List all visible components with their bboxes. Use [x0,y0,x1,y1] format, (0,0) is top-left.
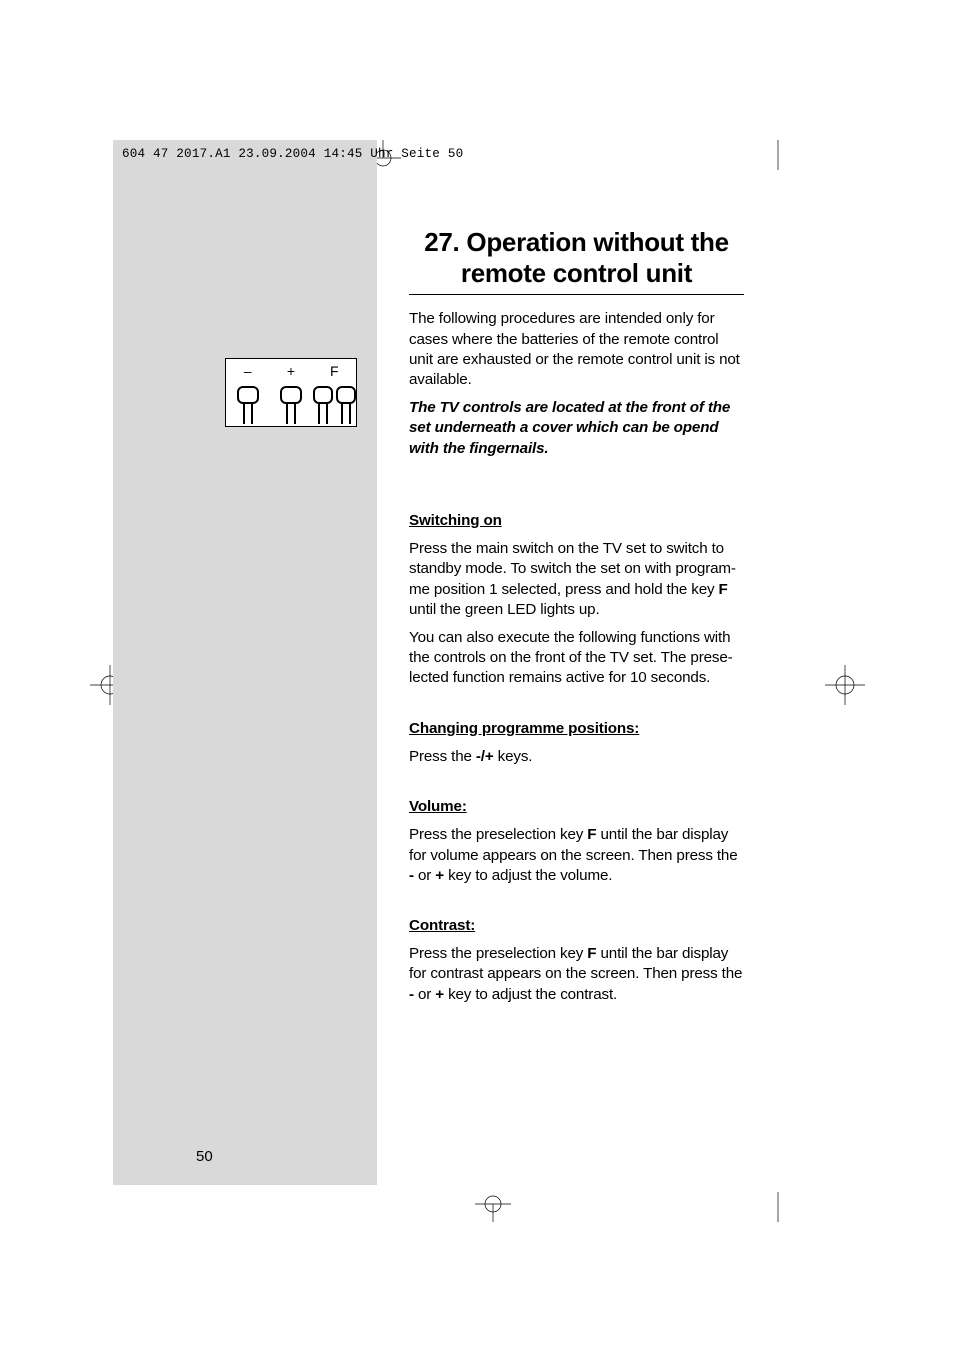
title-underline [409,294,744,295]
heading-contrast: Contrast: [409,916,744,936]
changing-positions-p1: Press the -/+ keys. [409,747,744,767]
heading-volume: Volume: [409,797,744,817]
title-line-1: 27. Operation without the [424,227,729,257]
switching-on-p1: Press the main switch on the TV set to s… [409,539,744,620]
button-diagram: – + F [225,358,357,427]
main-content-column: 27. Operation without the remote control… [409,227,744,1013]
note-paragraph: The TV controls are located at the front… [409,398,744,459]
plus-button-icon [280,386,302,404]
intro-paragraph: The following procedures are intended on… [409,309,744,390]
section-title: 27. Operation without the remote control… [409,227,744,288]
diagram-label-minus: – [226,363,269,379]
f-button-icon-2 [336,386,356,404]
crop-mark-bottom [113,1192,778,1222]
page-number: 50 [196,1148,213,1165]
crop-mark-corner-tr [763,140,793,170]
file-header-line: 604 47 2017.A1 23.09.2004 14:45 Uhr Seit… [122,147,463,161]
heading-changing-positions: Changing programme positions: [409,719,744,739]
volume-p1: Press the preselection key F until the b… [409,825,744,886]
diagram-label-plus: + [270,363,313,379]
contrast-p1: Press the preselection key F until the b… [409,944,744,1005]
switching-on-p2: You can also execute the following funct… [409,628,744,689]
sidebar-grey-block [113,140,377,1185]
crop-mark-right [825,665,865,705]
heading-switching-on: Switching on [409,511,744,531]
diagram-label-f: F [313,363,356,379]
title-line-2: remote control unit [461,258,692,288]
minus-button-icon [237,386,259,404]
crop-mark-corner-br [763,1192,793,1222]
f-button-icon-1 [313,386,333,404]
